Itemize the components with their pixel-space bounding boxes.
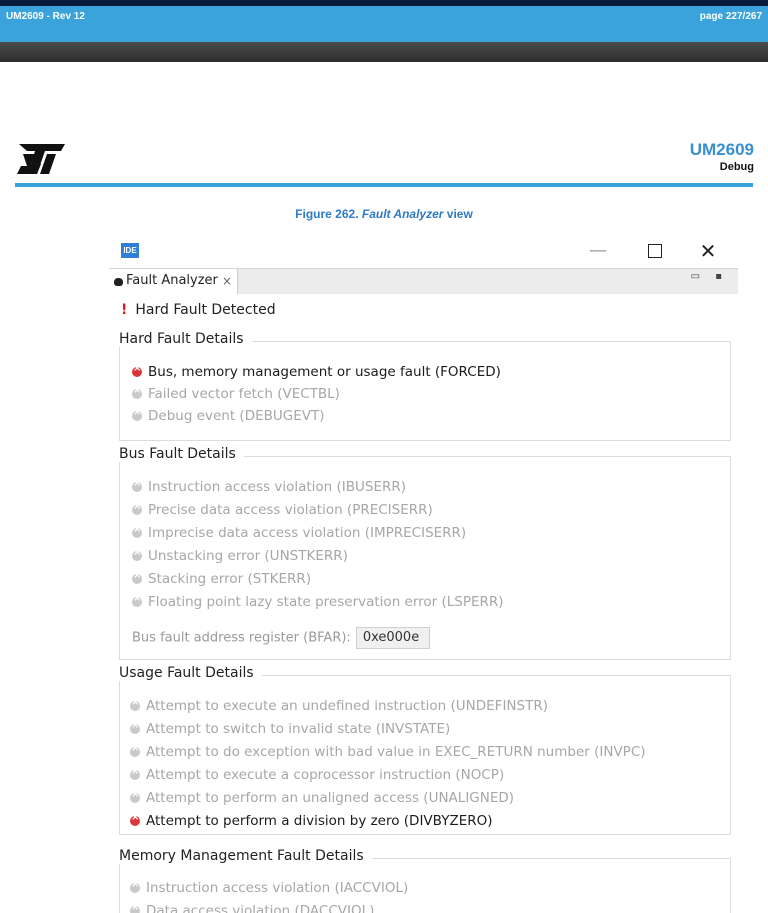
fault-item: Imprecise data access violation (IMPRECI… — [132, 524, 467, 541]
fault-item-label: Instruction access violation (IBUSERR) — [148, 479, 407, 495]
fault-item: Attempt to do exception with bad value i… — [130, 743, 646, 760]
document-reference: UM2609 - Rev 12 — [6, 11, 85, 22]
fault-item: Attempt to perform an unaligned access (… — [130, 789, 515, 806]
fault-item-label: Stacking error (STKERR) — [148, 571, 312, 587]
group-title: Memory Management Fault Details — [119, 848, 372, 864]
bfar-value-field[interactable]: 0xe000e — [355, 627, 430, 649]
fault-item-label: Attempt to perform an unaligned access (… — [146, 790, 515, 806]
figure-caption: Figure 262. Fault Analyzer view — [0, 207, 768, 221]
maximize-icon — [648, 244, 662, 258]
header-rule — [15, 183, 753, 187]
fault-item: Precise data access violation (PRECISERR… — [132, 501, 433, 518]
ide-app-icon: IDE — [121, 243, 139, 258]
fault-item-label: Bus, memory management or usage fault (F… — [148, 364, 501, 380]
document-id-block: UM2609 Debug — [690, 140, 754, 174]
fault-item-label: Attempt to do exception with bad value i… — [146, 744, 646, 760]
error-icon — [130, 789, 140, 803]
error-icon — [130, 720, 140, 734]
fault-item-label: Unstacking error (UNSTKERR) — [148, 548, 348, 564]
fault-item-label: Attempt to execute an undefined instruct… — [146, 698, 548, 714]
fault-item: Stacking error (STKERR) — [132, 570, 312, 587]
bus-fault-details-group: Bus Fault Details Instruction access vio… — [119, 446, 731, 660]
fault-item: Floating point lazy state preservation e… — [132, 593, 504, 610]
section-name: Debug — [719, 161, 754, 173]
fault-item-label: Attempt to switch to invalid state (INVS… — [146, 721, 451, 737]
fault-item-label: Imprecise data access violation (IMPRECI… — [148, 525, 467, 541]
fault-item: Attempt to switch to invalid state (INVS… — [130, 720, 451, 737]
error-icon — [130, 812, 140, 826]
error-icon — [130, 743, 140, 757]
fault-status-text: Hard Fault Detected — [135, 302, 276, 318]
fault-item: Failed vector fetch (VECTBL) — [132, 385, 340, 402]
fault-item: Unstacking error (UNSTKERR) — [132, 547, 348, 564]
minimize-button[interactable]: — — [583, 238, 613, 264]
error-icon — [132, 501, 142, 515]
minimize-maximize-view-icons[interactable]: ▭ ▪ — [691, 271, 728, 282]
fault-item-label: Debug event (DEBUGEVT) — [148, 408, 325, 424]
st-logo — [17, 144, 65, 174]
fault-item: Bus, memory management or usage fault (F… — [132, 363, 501, 380]
maximize-button[interactable] — [640, 238, 670, 264]
error-icon — [132, 547, 142, 561]
fault-item-label: Data access violation (DACCVIOL) — [146, 903, 375, 913]
fault-item: Instruction access violation (IACCVIOL) — [130, 879, 409, 896]
fault-status: ! Hard Fault Detected — [121, 302, 276, 318]
bug-icon — [114, 278, 123, 286]
error-icon — [132, 363, 142, 377]
page-number: page 227/267 — [699, 11, 762, 22]
fault-item-label: Attempt to execute a coprocessor instruc… — [146, 767, 505, 783]
fault-item-label: Attempt to perform a division by zero (D… — [146, 813, 493, 829]
document-number: UM2609 — [689, 140, 754, 159]
error-icon — [132, 385, 142, 399]
group-title: Usage Fault Details — [119, 665, 262, 681]
figure-title: Fault Analyzer — [361, 207, 444, 221]
document-header-bar: UM2609 - Rev 12 page 227/267 — [0, 0, 768, 62]
fault-item-label: Floating point lazy state preservation e… — [148, 594, 504, 610]
tab-close-button[interactable]: × — [222, 269, 232, 293]
group-title: Bus Fault Details — [119, 446, 244, 462]
error-icon — [132, 407, 142, 421]
error-icon — [132, 593, 142, 607]
fault-item: Instruction access violation (IBUSERR) — [132, 478, 407, 495]
error-icon — [130, 766, 140, 780]
figure-number: Figure 262. — [295, 207, 362, 221]
fault-item: Attempt to execute a coprocessor instruc… — [130, 766, 505, 783]
fault-item-label: Instruction access violation (IACCVIOL) — [146, 880, 409, 896]
fault-item: Attempt to execute an undefined instruct… — [130, 697, 548, 714]
error-icon — [132, 524, 142, 538]
figure-suffix: view — [443, 207, 473, 221]
error-icon — [130, 879, 140, 893]
tab-label: Fault Analyzer — [126, 273, 218, 288]
error-icon — [132, 570, 142, 584]
fault-item: Debug event (DEBUGEVT) — [132, 407, 325, 424]
ide-window: IDE — ✕ Fault Analyzer × ▭ ▪ ! Hard Fault… — [109, 234, 738, 913]
view-tab-strip: Fault Analyzer × ▭ ▪ — [109, 268, 738, 294]
close-window-button[interactable]: ✕ — [693, 238, 723, 264]
fault-item-label: Precise data access violation (PRECISERR… — [148, 502, 433, 518]
fault-item: Data access violation (DACCVIOL) — [130, 902, 375, 913]
fault-item-label: Failed vector fetch (VECTBL) — [148, 386, 340, 402]
error-icon — [130, 697, 140, 711]
group-title: Hard Fault Details — [119, 331, 252, 347]
fault-item: Attempt to perform a division by zero (D… — [130, 812, 493, 829]
usage-fault-details-group: Usage Fault Details Attempt to execute a… — [119, 665, 731, 835]
bfar-row: Bus fault address register (BFAR): 0xe000… — [132, 627, 430, 649]
error-icon — [130, 902, 140, 913]
tab-fault-analyzer[interactable]: Fault Analyzer × — [109, 269, 238, 294]
warning-exclamation-icon: ! — [121, 302, 128, 318]
memory-management-fault-details-group: Memory Management Fault Details Instruct… — [119, 848, 731, 913]
error-icon — [132, 478, 142, 492]
hard-fault-details-group: Hard Fault Details Bus, memory managemen… — [119, 331, 731, 441]
bfar-label: Bus fault address register (BFAR): — [132, 630, 351, 646]
